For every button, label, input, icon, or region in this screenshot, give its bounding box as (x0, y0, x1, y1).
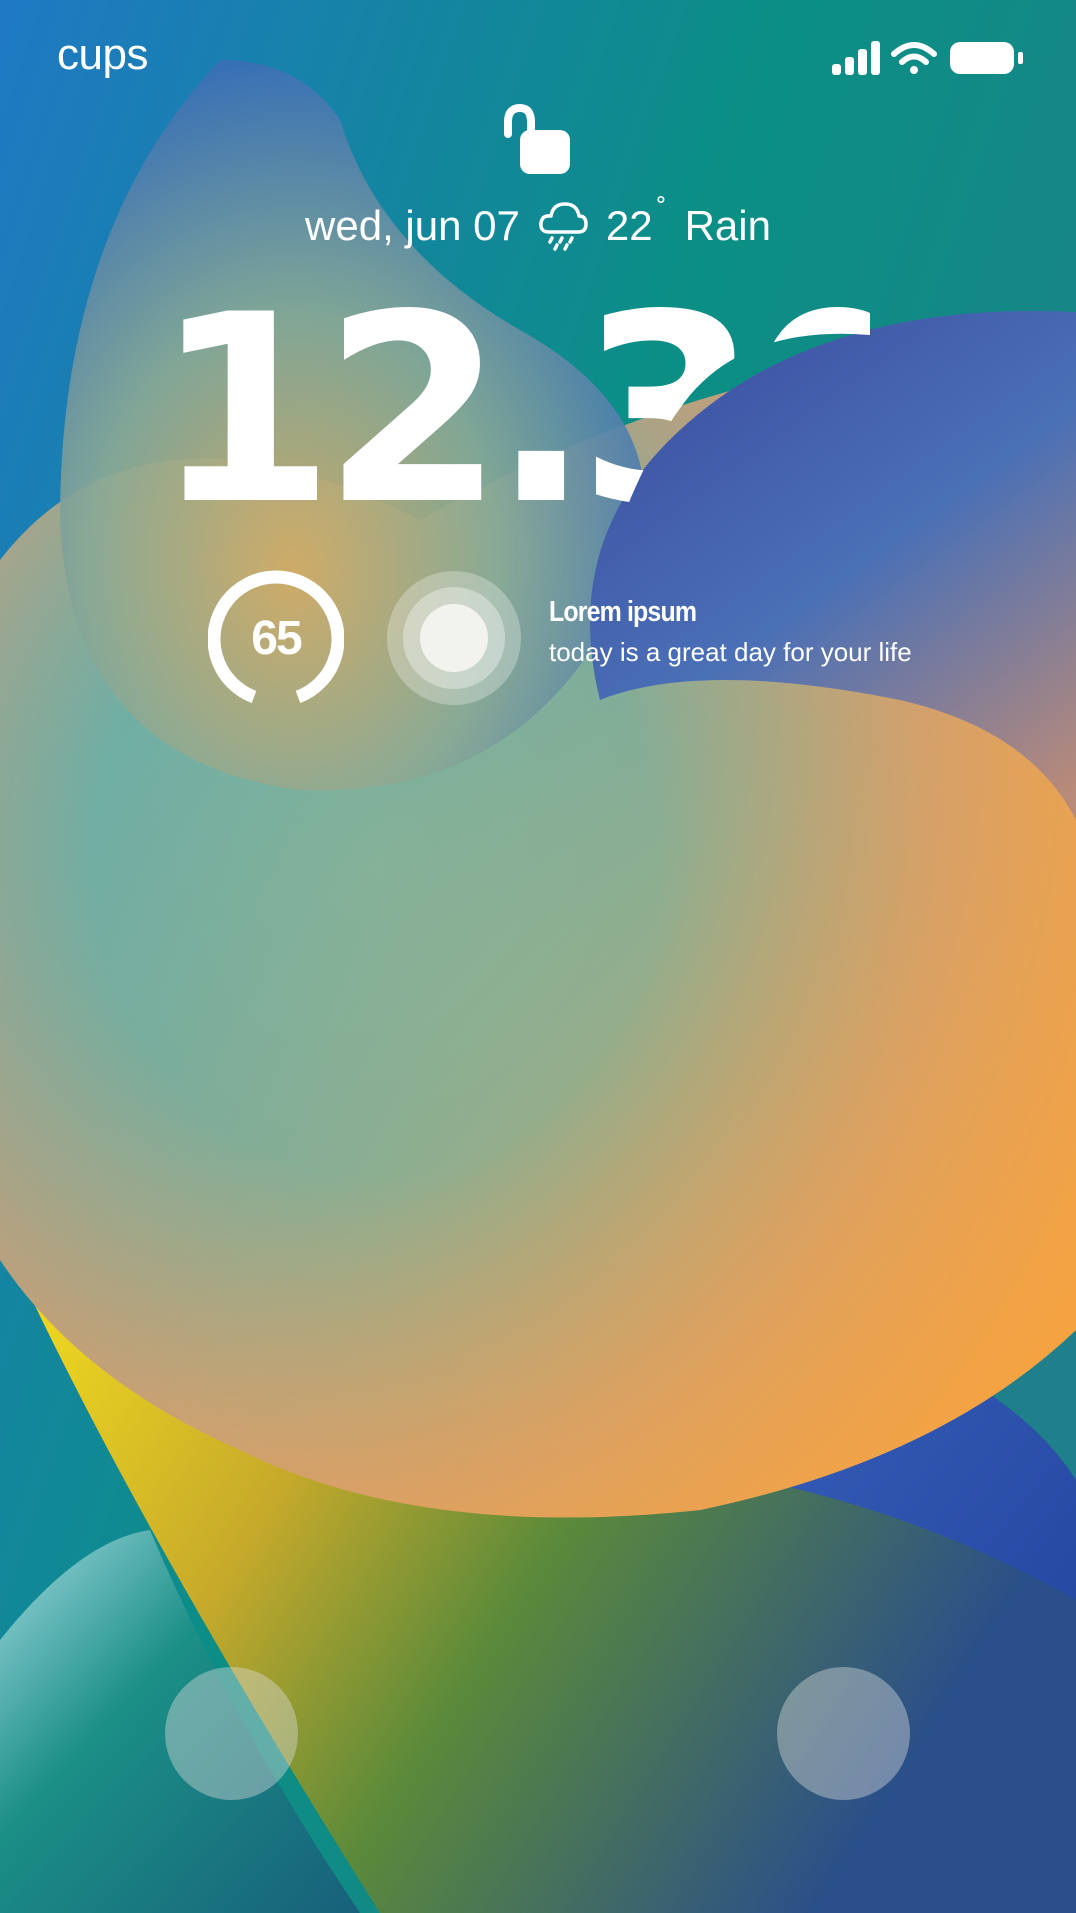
date-weather-row: wed, jun 07 22 ˚ Rain (0, 194, 1076, 252)
note-widget[interactable]: Lorem ipsum today is a great day for you… (549, 596, 912, 668)
date-label: wed, jun 07 (305, 202, 520, 249)
temperature-value: 22 (605, 202, 653, 249)
camera-button[interactable] (777, 1667, 910, 1800)
flashlight-button[interactable] (165, 1667, 298, 1800)
degree-symbol: ˚ (656, 194, 667, 227)
note-body: today is a great day for your life (549, 637, 912, 667)
temperature: 22 ˚ (605, 194, 667, 250)
weather-condition: Rain (684, 202, 771, 249)
carrier-label: cups (57, 30, 148, 79)
rain-cloud-icon (539, 202, 588, 251)
ring-gauge-widget[interactable]: 65 (208, 570, 344, 706)
status-icons (832, 41, 1023, 75)
battery-icon (950, 42, 1023, 74)
battery-circle-widget[interactable] (386, 570, 522, 706)
wifi-icon (891, 42, 937, 74)
note-title: Lorem ipsum (549, 596, 697, 628)
clock: 12.30 (154, 275, 870, 525)
clock-time: 12.30 (154, 275, 870, 525)
ring-value: 65 (251, 612, 302, 665)
lock-open-icon[interactable] (500, 104, 572, 176)
signal-icon (832, 41, 880, 75)
